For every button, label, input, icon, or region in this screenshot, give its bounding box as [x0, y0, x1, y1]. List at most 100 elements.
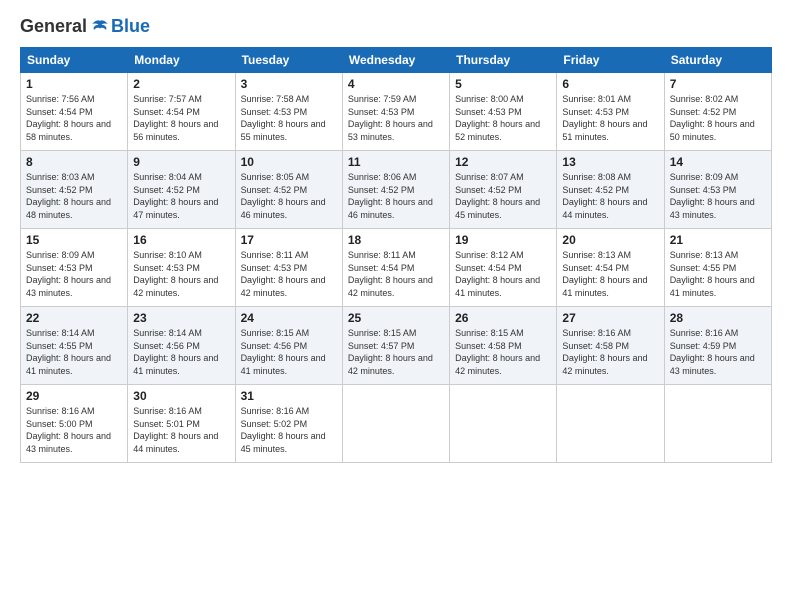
day-info: Sunrise: 8:08 AMSunset: 4:52 PMDaylight:…	[562, 171, 658, 221]
day-info: Sunrise: 8:11 AMSunset: 4:54 PMDaylight:…	[348, 249, 444, 299]
calendar-cell	[664, 385, 771, 463]
day-number: 21	[670, 233, 766, 247]
calendar-cell: 7Sunrise: 8:02 AMSunset: 4:52 PMDaylight…	[664, 73, 771, 151]
day-info: Sunrise: 8:04 AMSunset: 4:52 PMDaylight:…	[133, 171, 229, 221]
day-info: Sunrise: 8:03 AMSunset: 4:52 PMDaylight:…	[26, 171, 122, 221]
calendar-cell: 4 Sunrise: 7:59 AMSunset: 4:53 PMDaylight…	[342, 73, 449, 151]
day-info: Sunrise: 8:12 AMSunset: 4:54 PMDaylight:…	[455, 249, 551, 299]
calendar-cell: 28 Sunrise: 8:16 AMSunset: 4:59 PMDayligh…	[664, 307, 771, 385]
day-number: 5	[455, 77, 551, 91]
day-info: Sunrise: 7:56 AMSunset: 4:54 PMDaylight:…	[26, 93, 122, 143]
day-number: 11	[348, 155, 444, 169]
day-info: Sunrise: 8:13 AMSunset: 4:54 PMDaylight:…	[562, 249, 658, 299]
calendar-cell: 21 Sunrise: 8:13 AMSunset: 4:55 PMDayligh…	[664, 229, 771, 307]
day-number: 28	[670, 311, 766, 325]
day-number: 18	[348, 233, 444, 247]
weekday-header-sunday: Sunday	[21, 48, 128, 73]
day-info: Sunrise: 7:59 AMSunset: 4:53 PMDaylight:…	[348, 93, 444, 143]
weekday-header-thursday: Thursday	[450, 48, 557, 73]
calendar-cell: 25 Sunrise: 8:15 AMSunset: 4:57 PMDayligh…	[342, 307, 449, 385]
day-info: Sunrise: 8:16 AMSunset: 4:59 PMDaylight:…	[670, 327, 766, 377]
day-number: 23	[133, 311, 229, 325]
calendar-week-row: 22Sunrise: 8:14 AMSunset: 4:55 PMDayligh…	[21, 307, 772, 385]
calendar-cell: 13 Sunrise: 8:08 AMSunset: 4:52 PMDayligh…	[557, 151, 664, 229]
day-info: Sunrise: 8:16 AMSunset: 5:02 PMDaylight:…	[241, 405, 337, 455]
weekday-header-tuesday: Tuesday	[235, 48, 342, 73]
weekday-header-friday: Friday	[557, 48, 664, 73]
day-info: Sunrise: 8:11 AMSunset: 4:53 PMDaylight:…	[241, 249, 337, 299]
day-number: 13	[562, 155, 658, 169]
day-number: 19	[455, 233, 551, 247]
calendar: SundayMondayTuesdayWednesdayThursdayFrid…	[20, 47, 772, 463]
day-info: Sunrise: 8:06 AMSunset: 4:52 PMDaylight:…	[348, 171, 444, 221]
calendar-cell: 22Sunrise: 8:14 AMSunset: 4:55 PMDayligh…	[21, 307, 128, 385]
day-info: Sunrise: 8:00 AMSunset: 4:53 PMDaylight:…	[455, 93, 551, 143]
day-number: 20	[562, 233, 658, 247]
calendar-cell: 16 Sunrise: 8:10 AMSunset: 4:53 PMDayligh…	[128, 229, 235, 307]
day-number: 30	[133, 389, 229, 403]
calendar-cell: 9 Sunrise: 8:04 AMSunset: 4:52 PMDaylight…	[128, 151, 235, 229]
day-number: 9	[133, 155, 229, 169]
calendar-cell: 20 Sunrise: 8:13 AMSunset: 4:54 PMDayligh…	[557, 229, 664, 307]
weekday-header-saturday: Saturday	[664, 48, 771, 73]
calendar-cell: 26 Sunrise: 8:15 AMSunset: 4:58 PMDayligh…	[450, 307, 557, 385]
day-number: 29	[26, 389, 122, 403]
day-info: Sunrise: 8:13 AMSunset: 4:55 PMDaylight:…	[670, 249, 766, 299]
logo-bird-icon	[91, 18, 109, 36]
day-number: 7	[670, 77, 766, 91]
logo: General Blue	[20, 16, 150, 37]
day-info: Sunrise: 8:01 AMSunset: 4:53 PMDaylight:…	[562, 93, 658, 143]
calendar-cell	[342, 385, 449, 463]
day-number: 3	[241, 77, 337, 91]
calendar-cell: 29 Sunrise: 8:16 AMSunset: 5:00 PMDayligh…	[21, 385, 128, 463]
calendar-week-row: 29 Sunrise: 8:16 AMSunset: 5:00 PMDayligh…	[21, 385, 772, 463]
day-number: 6	[562, 77, 658, 91]
calendar-cell: 18 Sunrise: 8:11 AMSunset: 4:54 PMDayligh…	[342, 229, 449, 307]
calendar-cell: 17 Sunrise: 8:11 AMSunset: 4:53 PMDayligh…	[235, 229, 342, 307]
weekday-header-monday: Monday	[128, 48, 235, 73]
calendar-cell: 24 Sunrise: 8:15 AMSunset: 4:56 PMDayligh…	[235, 307, 342, 385]
calendar-cell: 11 Sunrise: 8:06 AMSunset: 4:52 PMDayligh…	[342, 151, 449, 229]
header: General Blue	[20, 16, 772, 37]
calendar-cell: 2Sunrise: 7:57 AMSunset: 4:54 PMDaylight…	[128, 73, 235, 151]
day-number: 2	[133, 77, 229, 91]
day-info: Sunrise: 7:58 AMSunset: 4:53 PMDaylight:…	[241, 93, 337, 143]
day-info: Sunrise: 8:14 AMSunset: 4:56 PMDaylight:…	[133, 327, 229, 377]
calendar-cell	[557, 385, 664, 463]
day-number: 31	[241, 389, 337, 403]
calendar-week-row: 1Sunrise: 7:56 AMSunset: 4:54 PMDaylight…	[21, 73, 772, 151]
logo-blue-text: Blue	[111, 16, 150, 37]
day-number: 25	[348, 311, 444, 325]
weekday-header-row: SundayMondayTuesdayWednesdayThursdayFrid…	[21, 48, 772, 73]
day-info: Sunrise: 8:10 AMSunset: 4:53 PMDaylight:…	[133, 249, 229, 299]
calendar-cell: 15 Sunrise: 8:09 AMSunset: 4:53 PMDayligh…	[21, 229, 128, 307]
calendar-week-row: 15 Sunrise: 8:09 AMSunset: 4:53 PMDayligh…	[21, 229, 772, 307]
day-info: Sunrise: 8:16 AMSunset: 5:00 PMDaylight:…	[26, 405, 122, 455]
day-info: Sunrise: 8:16 AMSunset: 5:01 PMDaylight:…	[133, 405, 229, 455]
page: General Blue SundayMondayTuesdayWednesda…	[0, 0, 792, 479]
day-number: 4	[348, 77, 444, 91]
day-info: Sunrise: 8:15 AMSunset: 4:56 PMDaylight:…	[241, 327, 337, 377]
day-number: 24	[241, 311, 337, 325]
day-info: Sunrise: 8:09 AMSunset: 4:53 PMDaylight:…	[670, 171, 766, 221]
day-info: Sunrise: 8:09 AMSunset: 4:53 PMDaylight:…	[26, 249, 122, 299]
day-number: 12	[455, 155, 551, 169]
logo-general-text: General	[20, 16, 87, 37]
calendar-cell: 23 Sunrise: 8:14 AMSunset: 4:56 PMDayligh…	[128, 307, 235, 385]
day-info: Sunrise: 8:15 AMSunset: 4:57 PMDaylight:…	[348, 327, 444, 377]
calendar-cell: 5 Sunrise: 8:00 AMSunset: 4:53 PMDaylight…	[450, 73, 557, 151]
calendar-cell: 27 Sunrise: 8:16 AMSunset: 4:58 PMDayligh…	[557, 307, 664, 385]
calendar-cell: 8Sunrise: 8:03 AMSunset: 4:52 PMDaylight…	[21, 151, 128, 229]
calendar-cell: 12Sunrise: 8:07 AMSunset: 4:52 PMDayligh…	[450, 151, 557, 229]
day-number: 27	[562, 311, 658, 325]
day-number: 14	[670, 155, 766, 169]
day-number: 15	[26, 233, 122, 247]
calendar-cell: 6 Sunrise: 8:01 AMSunset: 4:53 PMDaylight…	[557, 73, 664, 151]
day-number: 26	[455, 311, 551, 325]
day-info: Sunrise: 8:15 AMSunset: 4:58 PMDaylight:…	[455, 327, 551, 377]
day-number: 17	[241, 233, 337, 247]
day-number: 16	[133, 233, 229, 247]
day-info: Sunrise: 8:16 AMSunset: 4:58 PMDaylight:…	[562, 327, 658, 377]
day-info: Sunrise: 8:05 AMSunset: 4:52 PMDaylight:…	[241, 171, 337, 221]
calendar-week-row: 8Sunrise: 8:03 AMSunset: 4:52 PMDaylight…	[21, 151, 772, 229]
